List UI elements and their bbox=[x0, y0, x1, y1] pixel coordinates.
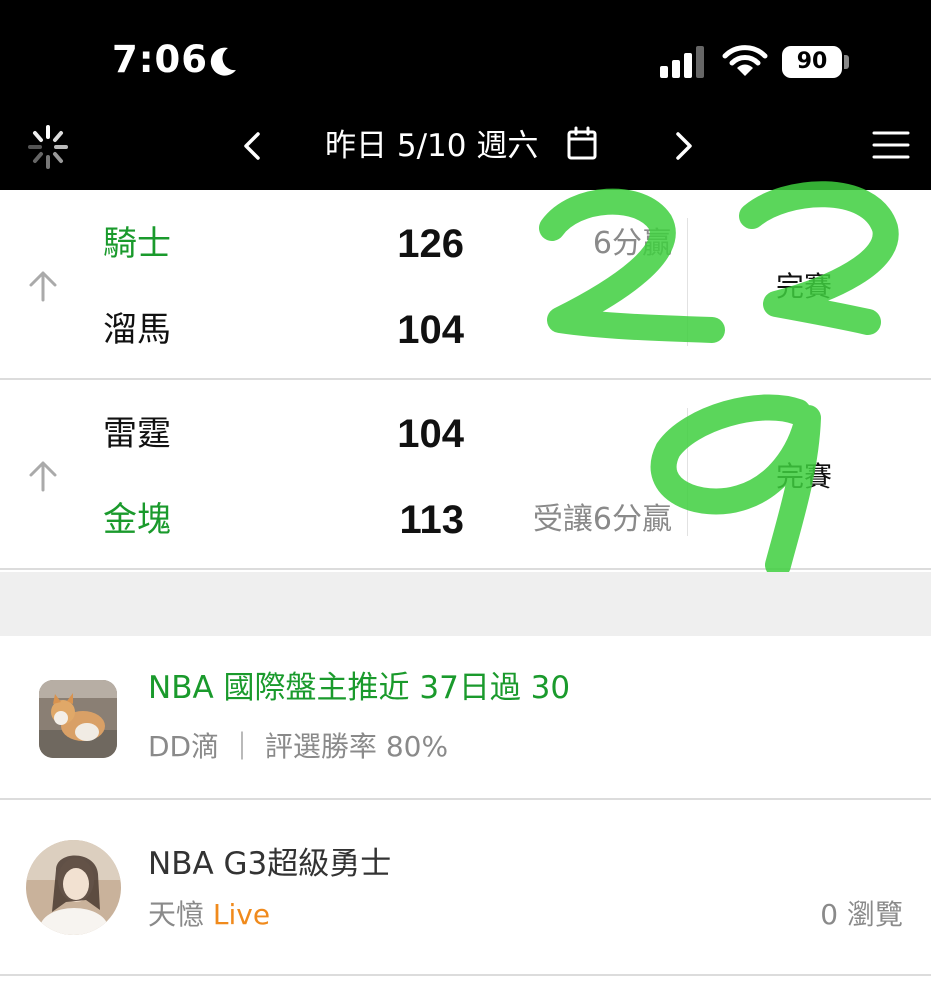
moon-icon bbox=[210, 47, 236, 76]
status-bar: 7:06 90 bbox=[0, 0, 931, 118]
arrow-up-icon[interactable] bbox=[26, 458, 60, 494]
arrow-up-icon[interactable] bbox=[26, 268, 60, 304]
team-name: 騎士 bbox=[103, 224, 171, 264]
loading-spinner-icon bbox=[28, 125, 68, 169]
team-score: 126 bbox=[397, 222, 464, 266]
game-status: 完賽 bbox=[776, 460, 833, 493]
team-score: 104 bbox=[397, 412, 464, 456]
list-item[interactable]: NBA 國際盤主推近 37日過 30 DD滴 ｜ 評選勝率 80% bbox=[0, 636, 931, 800]
article-meta: 天憶 Live bbox=[148, 896, 270, 934]
author-name[interactable]: 天憶 bbox=[148, 898, 204, 931]
divider bbox=[687, 218, 688, 346]
game-result: 受讓6分贏 bbox=[532, 502, 672, 537]
article-title[interactable]: NBA G3超級勇士 bbox=[148, 844, 391, 884]
chevron-right-icon[interactable] bbox=[672, 126, 696, 166]
team-name: 雷霆 bbox=[103, 414, 171, 454]
nav-bar: 昨日 5/10 週六 bbox=[0, 118, 931, 190]
team-name: 金塊 bbox=[103, 500, 171, 540]
team-score: 113 bbox=[399, 498, 464, 542]
article-meta: DD滴 ｜ 評選勝率 80% bbox=[148, 728, 448, 766]
live-badge: Live bbox=[212, 898, 271, 931]
win-rate-text: ｜ 評選勝率 80% bbox=[228, 730, 449, 763]
hamburger-menu-icon[interactable] bbox=[872, 128, 910, 162]
calendar-icon[interactable] bbox=[566, 124, 598, 164]
chevron-left-icon[interactable] bbox=[240, 126, 264, 166]
avatar[interactable] bbox=[26, 840, 121, 935]
list-item[interactable]: NBA G3超級勇士 天憶 Live 0 瀏覽 bbox=[0, 800, 931, 976]
battery-cap bbox=[844, 55, 849, 69]
article-title[interactable]: NBA 國際盤主推近 37日過 30 bbox=[148, 668, 570, 708]
cellular-signal-icon bbox=[660, 46, 704, 78]
status-time: 7:06 bbox=[112, 38, 209, 81]
view-count: 0 瀏覽 bbox=[820, 898, 903, 931]
battery-level: 90 bbox=[796, 49, 828, 74]
divider bbox=[687, 408, 688, 536]
game-row[interactable]: 雷霆 104 金塊 113 受讓6分贏 完賽 bbox=[0, 380, 931, 570]
game-status: 完賽 bbox=[776, 270, 833, 303]
wifi-icon bbox=[722, 45, 768, 76]
author-name[interactable]: DD滴 bbox=[148, 730, 219, 763]
section-separator bbox=[0, 572, 931, 636]
game-row[interactable]: 騎士 126 6分贏 溜馬 104 完賽 bbox=[0, 190, 931, 380]
game-result: 6分贏 bbox=[592, 226, 672, 261]
team-score: 104 bbox=[397, 308, 464, 352]
cat-thumbnail bbox=[39, 680, 117, 758]
battery-icon: 90 bbox=[782, 46, 842, 78]
team-name: 溜馬 bbox=[103, 310, 171, 350]
date-title[interactable]: 昨日 5/10 週六 bbox=[325, 126, 538, 166]
